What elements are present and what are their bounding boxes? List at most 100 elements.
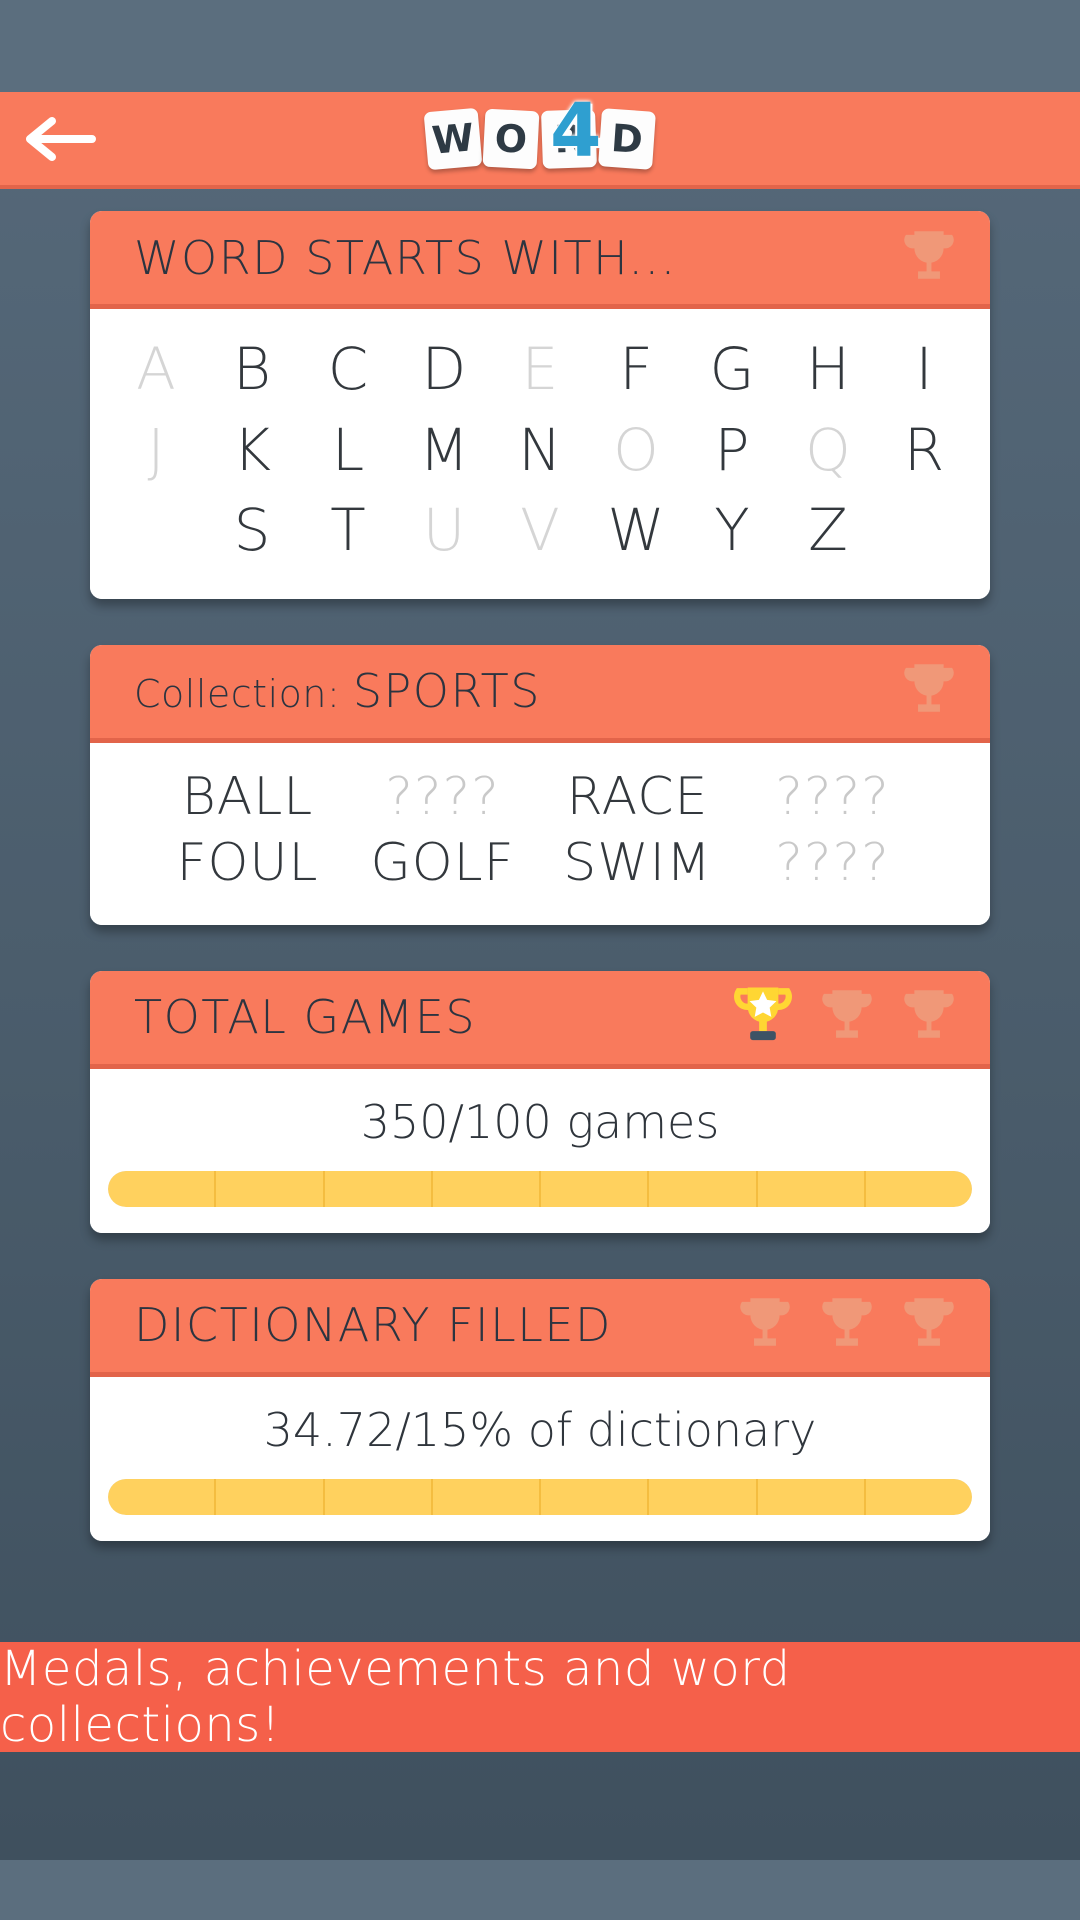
trophy-gold-icon bbox=[734, 987, 792, 1041]
progress-segment bbox=[541, 1170, 650, 1207]
card-dictionary-filled: DICTIONARY FILLED 34.72/15% of dictionar… bbox=[90, 1278, 990, 1541]
collection-word: SWIM bbox=[563, 832, 712, 893]
collection-word-hidden: ???? bbox=[775, 832, 890, 893]
letter-b[interactable]: B bbox=[204, 331, 300, 408]
total-games-title: TOTAL GAMES bbox=[134, 990, 477, 1045]
progress-segment bbox=[758, 1170, 866, 1207]
dictionary-title: DICTIONARY FILLED bbox=[134, 1298, 612, 1353]
letter-o[interactable]: O bbox=[588, 412, 684, 489]
trophy-row bbox=[890, 652, 968, 730]
logo-tile: D bbox=[598, 107, 656, 170]
letter-t[interactable]: T bbox=[300, 492, 396, 569]
letter-v[interactable]: V bbox=[492, 492, 588, 569]
letter-c[interactable]: C bbox=[300, 331, 396, 408]
trophy-row bbox=[890, 219, 968, 297]
progress-segment bbox=[433, 1478, 541, 1515]
promo-banner-text: Medals, achievements and word collection… bbox=[0, 1641, 791, 1753]
letter-z[interactable]: Z bbox=[780, 492, 876, 569]
letter-u[interactable]: U bbox=[396, 492, 492, 569]
app-logo: W O R D 4 bbox=[423, 94, 656, 170]
alphabet-row: S T U V W Y Z bbox=[90, 492, 990, 569]
card-collection-sports: Collection: SPORTS BALL ???? RACE ???? F… bbox=[90, 644, 990, 925]
trophy-icon bbox=[822, 990, 872, 1038]
card-header: DICTIONARY FILLED bbox=[90, 1278, 990, 1377]
alphabet-grid: A B C D E F G H I J K L M N O P Q R S T … bbox=[90, 309, 990, 599]
word-row: BALL ???? RACE ???? bbox=[90, 767, 990, 827]
collection-word-hidden: ???? bbox=[385, 766, 500, 827]
trophy-row bbox=[726, 1286, 968, 1364]
letter-d[interactable]: D bbox=[396, 331, 492, 408]
letter-p[interactable]: P bbox=[684, 412, 780, 489]
progress-segment bbox=[108, 1170, 217, 1207]
collection-word-hidden: ???? bbox=[775, 766, 890, 827]
collection-word-grid: BALL ???? RACE ???? FOUL GOLF SWIM ???? bbox=[90, 742, 990, 925]
letter-s[interactable]: S bbox=[204, 492, 300, 569]
trophy-icon bbox=[904, 664, 954, 712]
collection-title-value: SPORTS bbox=[352, 664, 541, 719]
total-games-progress-bar bbox=[108, 1170, 972, 1207]
progress-segment bbox=[108, 1478, 217, 1515]
progress-segment bbox=[216, 1478, 325, 1515]
card-word-starts-with: WORD STARTS WITH... A B C D E F G H I J … bbox=[90, 211, 990, 599]
status-bar bbox=[0, 0, 1080, 92]
progress-segment bbox=[649, 1478, 758, 1515]
progress-segment bbox=[758, 1478, 866, 1515]
letter-r[interactable]: R bbox=[876, 412, 972, 489]
main-content: WORD STARTS WITH... A B C D E F G H I J … bbox=[0, 189, 1080, 1541]
trophy-icon bbox=[904, 990, 954, 1038]
progress-segment bbox=[325, 1478, 433, 1515]
total-games-body: 350/100 games bbox=[90, 1068, 990, 1233]
progress-segment bbox=[866, 1479, 972, 1515]
letter-f[interactable]: F bbox=[588, 331, 684, 408]
bottom-nav-bar bbox=[0, 1860, 1080, 1920]
logo-tile: O bbox=[482, 108, 540, 169]
letter-e[interactable]: E bbox=[492, 331, 588, 408]
letter-m[interactable]: M bbox=[396, 412, 492, 489]
page-title: WORD STARTS WITH... bbox=[134, 230, 677, 285]
alphabet-row: A B C D E F G H I bbox=[90, 331, 990, 408]
letter-l[interactable]: L bbox=[300, 412, 396, 489]
trophy-icon bbox=[904, 1298, 954, 1346]
dictionary-progress-label: 34.72/15% of dictionary bbox=[263, 1402, 817, 1457]
progress-segment bbox=[216, 1170, 325, 1207]
letter-k[interactable]: K bbox=[204, 412, 300, 489]
trophy-icon bbox=[740, 1298, 790, 1346]
collection-word: GOLF bbox=[370, 832, 515, 893]
progress-segment bbox=[866, 1171, 972, 1207]
letter-i[interactable]: I bbox=[876, 331, 972, 408]
alphabet-row: J K L M N O P Q R bbox=[90, 412, 990, 489]
collection-title: Collection: SPORTS bbox=[134, 664, 541, 718]
collection-word: RACE bbox=[566, 766, 709, 827]
letter-y[interactable]: Y bbox=[684, 492, 780, 569]
progress-fill bbox=[108, 1478, 972, 1515]
promo-banner: Medals, achievements and word collection… bbox=[0, 1641, 1080, 1753]
progress-segment bbox=[433, 1170, 541, 1207]
collection-title-prefix: Collection: bbox=[134, 672, 353, 717]
letter-h[interactable]: H bbox=[780, 331, 876, 408]
card-header: Collection: SPORTS bbox=[90, 644, 990, 743]
letter-g[interactable]: G bbox=[684, 331, 780, 408]
progress-segment bbox=[541, 1478, 650, 1515]
collection-word: FOUL bbox=[176, 832, 319, 893]
app-root: W O R D 4 WORD STARTS WITH... A B C D E … bbox=[0, 0, 1080, 1920]
letter-j[interactable]: J bbox=[108, 412, 204, 489]
total-games-progress-label: 350/100 games bbox=[360, 1094, 720, 1149]
trophy-icon bbox=[822, 1298, 872, 1346]
progress-fill bbox=[108, 1170, 972, 1207]
back-arrow-icon bbox=[26, 116, 96, 161]
card-header: WORD STARTS WITH... bbox=[90, 211, 990, 309]
card-total-games: TOTAL GAMES 350/100 games bbox=[90, 970, 990, 1233]
letter-a[interactable]: A bbox=[108, 331, 204, 408]
letter-n[interactable]: N bbox=[492, 412, 588, 489]
progress-segment bbox=[649, 1170, 758, 1207]
logo-tile: W bbox=[423, 107, 483, 170]
dictionary-body: 34.72/15% of dictionary bbox=[90, 1376, 990, 1541]
back-button[interactable] bbox=[22, 109, 96, 169]
letter-q[interactable]: Q bbox=[780, 412, 876, 489]
trophy-row bbox=[722, 976, 968, 1058]
trophy-icon bbox=[904, 230, 954, 279]
word-row: FOUL GOLF SWIM ???? bbox=[90, 833, 990, 893]
dictionary-progress-bar bbox=[108, 1478, 972, 1515]
progress-segment bbox=[325, 1170, 433, 1207]
letter-w[interactable]: W bbox=[588, 492, 684, 569]
